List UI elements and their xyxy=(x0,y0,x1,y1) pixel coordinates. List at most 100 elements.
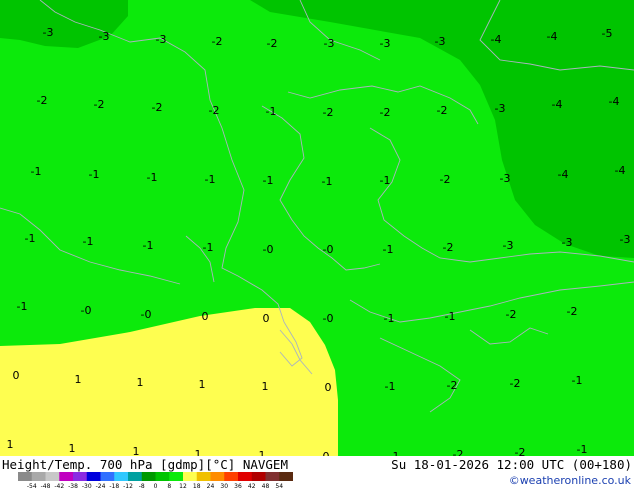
scale-tick-label: -18 xyxy=(109,483,119,490)
isotherm-label: -1 xyxy=(383,243,394,256)
isotherm-label: -2 xyxy=(380,106,391,119)
isotherm-label: 1 xyxy=(7,438,14,451)
isotherm-label: -4 xyxy=(615,164,626,177)
isotherm-label: -4 xyxy=(558,168,569,181)
isotherm-label: -3 xyxy=(99,30,110,43)
isotherm-label: -3 xyxy=(435,35,446,48)
chart-title: Height/Temp. 700 hPa [gdmp][°C] NAVGEM xyxy=(2,457,288,472)
isotherm-label: -4 xyxy=(547,30,558,43)
scale-tick-label: -42 xyxy=(54,483,64,490)
isotherm-label: -3 xyxy=(380,37,391,50)
scale-bars xyxy=(18,472,293,481)
scale-tick-label: -24 xyxy=(96,483,106,490)
isotherm-label: -1 xyxy=(25,232,36,245)
isotherm-label: -2 xyxy=(212,35,223,48)
scale-swatch xyxy=(251,472,266,481)
temperature-map: -3 -3 -3 -2 -2 -3 -3 -3 -4 -4 -5 -2 -2 -2 -2 -1 -2 -2 -2 -3… xyxy=(0,0,634,463)
isotherm-label: -2 xyxy=(209,104,220,117)
scale-swatch xyxy=(86,472,101,481)
isotherm-label: -1 xyxy=(89,168,100,181)
scale-ticks: -54 -48 -42 -38 -30 -24 -18 -12 -8 0 8 12 18 24 30 36 42… xyxy=(27,483,283,490)
isotherm-label: -2 xyxy=(447,379,458,392)
isotherm-label: -2 xyxy=(443,241,454,254)
scale-tick-label: 0 xyxy=(154,483,158,490)
isotherm-label: -2 xyxy=(506,308,517,321)
isotherm-label: -1 xyxy=(143,239,154,252)
isotherm-label: -1 xyxy=(445,310,456,323)
isotherm-label: -1 xyxy=(17,300,28,313)
scale-tick-label: 42 xyxy=(248,483,256,490)
isotherm-label: 1 xyxy=(137,376,144,389)
credit-link[interactable]: ©weatheronline.co.uk xyxy=(509,474,631,487)
isotherm-label: 1 xyxy=(262,380,269,393)
isotherm-label: -0 xyxy=(323,243,334,256)
scale-swatch xyxy=(114,472,129,481)
isotherm-label: 0 xyxy=(13,369,20,382)
isotherm-label: -2 xyxy=(323,106,334,119)
isotherm-label: -2 xyxy=(267,37,278,50)
scale-tick-label: 54 xyxy=(275,483,283,490)
isotherm-label: -1 xyxy=(203,241,214,254)
scale-tick-label: 12 xyxy=(179,483,187,490)
isotherm-label: 1 xyxy=(199,378,206,391)
isotherm-label: -0 xyxy=(81,304,92,317)
scale-swatch xyxy=(100,472,115,481)
scale-swatch xyxy=(238,472,253,481)
isotherm-label: -4 xyxy=(609,95,620,108)
isotherm-label: -1 xyxy=(31,165,42,178)
isotherm-label: -1 xyxy=(572,374,583,387)
isotherm-label: -2 xyxy=(440,173,451,186)
isotherm-label: 1 xyxy=(75,373,82,386)
isotherm-label: -0 xyxy=(141,308,152,321)
scale-swatch xyxy=(73,472,88,481)
isotherm-label: -3 xyxy=(156,33,167,46)
isotherm-label: -2 xyxy=(437,104,448,117)
scale-swatch xyxy=(265,472,280,481)
scale-tick-label: 24 xyxy=(207,483,215,490)
scale-tick-label: 48 xyxy=(262,483,270,490)
scale-swatch xyxy=(169,472,184,481)
scale-tick-label: -8 xyxy=(139,483,145,490)
isotherm-label: -1 xyxy=(384,312,395,325)
isotherm-label: -3 xyxy=(43,26,54,39)
isotherm-label: -2 xyxy=(94,98,105,111)
scale-swatch xyxy=(196,472,211,481)
scale-tick-label: -54 xyxy=(27,483,37,490)
scale-tick-label: 8 xyxy=(167,483,171,490)
scale-swatch xyxy=(45,472,60,481)
isotherm-label: 0 xyxy=(263,312,270,325)
scale-swatch xyxy=(183,472,198,481)
isotherm-label: -1 xyxy=(83,235,94,248)
isotherm-label: -3 xyxy=(324,37,335,50)
temperature-color-scale: -54 -48 -42 -38 -30 -24 -18 -12 -8 0 8 12 18 24 30 36 42… xyxy=(18,472,293,490)
isotherm-label: -3 xyxy=(495,102,506,115)
scale-tick-label: 36 xyxy=(234,483,242,490)
isotherm-label: -3 xyxy=(503,239,514,252)
isotherm-label: -1 xyxy=(322,175,333,188)
scale-swatch xyxy=(18,472,33,481)
isotherm-label: -4 xyxy=(491,33,502,46)
valid-time: Su 18-01-2026 12:00 UTC (00+180) xyxy=(391,457,632,472)
isotherm-label: -1 xyxy=(147,171,158,184)
scale-swatch xyxy=(210,472,225,481)
scale-swatch xyxy=(59,472,74,481)
isotherm-label: -1 xyxy=(263,174,274,187)
scale-tick-label: -38 xyxy=(68,483,78,490)
scale-swatch xyxy=(224,472,239,481)
isotherm-label: -2 xyxy=(510,377,521,390)
scale-swatch xyxy=(31,472,46,481)
isotherm-label: 0 xyxy=(325,381,332,394)
scale-swatch xyxy=(279,472,293,481)
isotherm-label: -2 xyxy=(567,305,578,318)
scale-tick-label: -30 xyxy=(82,483,92,490)
isotherm-label: 1 xyxy=(69,442,76,455)
isotherm-label: -1 xyxy=(385,380,396,393)
scale-swatch xyxy=(128,472,143,481)
isotherm-label: -4 xyxy=(552,98,563,111)
scale-tick-label: 30 xyxy=(220,483,228,490)
isotherm-label: -1 xyxy=(266,105,277,118)
isotherm-label: 0 xyxy=(202,310,209,323)
scale-tick-label: -48 xyxy=(41,483,51,490)
isotherm-label: -1 xyxy=(205,173,216,186)
isotherm-label: -0 xyxy=(323,312,334,325)
